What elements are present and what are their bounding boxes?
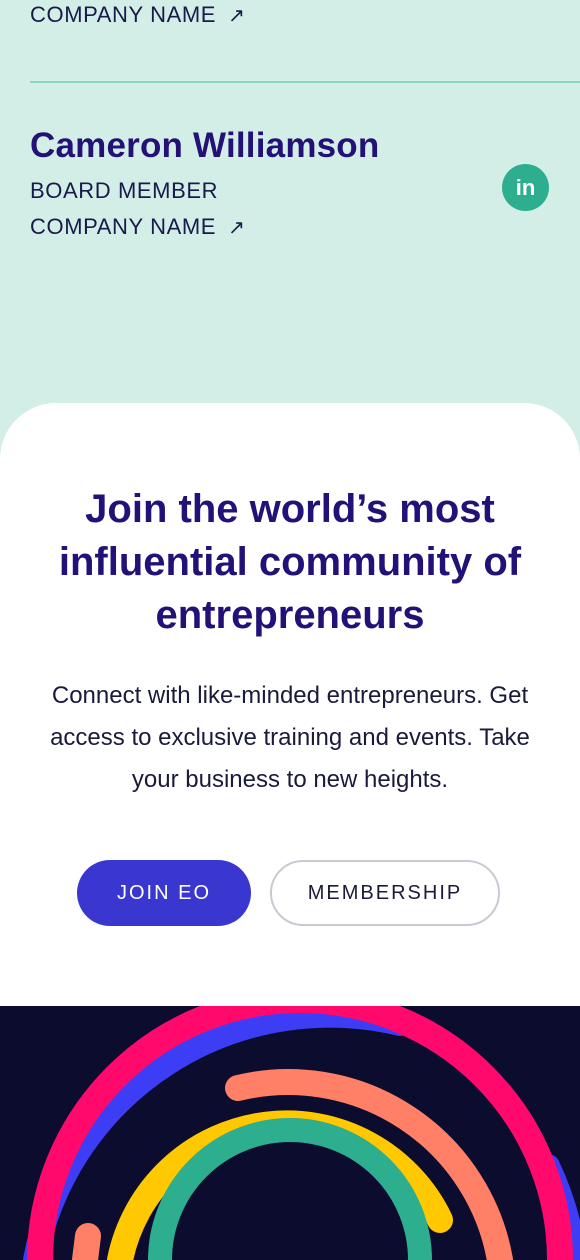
company-name: COMPANY NAME	[30, 2, 217, 27]
company-name: COMPANY NAME	[30, 214, 217, 239]
rainbow-arcs-graphic	[23, 1006, 580, 1260]
external-arrow-icon: ↗	[228, 4, 246, 27]
footer-decorative-arcs	[0, 1006, 580, 1260]
cta-description: Connect with like-minded entrepreneurs. …	[50, 682, 530, 793]
join-cta-card: Join the world’s most influential commun…	[0, 403, 580, 1103]
member-name: Cameron Williamson	[30, 126, 380, 165]
external-arrow-icon: ↗	[228, 216, 246, 239]
cta-title: Join the world’s most influential commun…	[58, 487, 522, 637]
membership-button[interactable]: MEMBERSHIP	[270, 860, 500, 926]
member-divider	[30, 81, 580, 83]
linkedin-icon[interactable]: in	[502, 164, 549, 211]
previous-member-company-link[interactable]: COMPANY NAME ↗	[30, 2, 245, 28]
member-role: BOARD MEMBER	[30, 178, 219, 203]
linkedin-label: in	[515, 174, 536, 200]
board-members-section: COMPANY NAME ↗ Cameron Williamson BOARD …	[0, 0, 580, 440]
join-eo-button[interactable]: JOIN EO	[77, 860, 251, 926]
member-company-link[interactable]: COMPANY NAME ↗	[30, 214, 245, 240]
